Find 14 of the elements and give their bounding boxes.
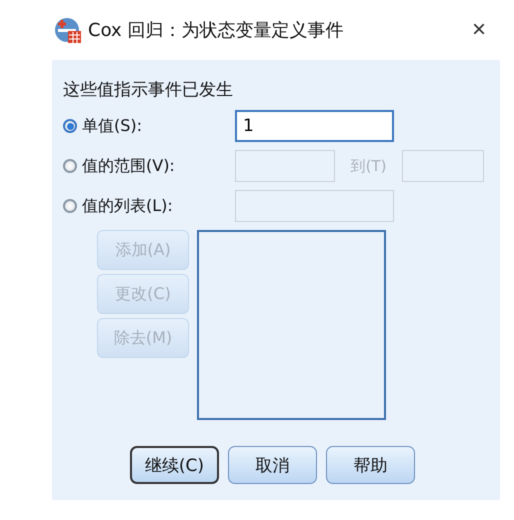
dialog-button[interactable]: 帮助 xyxy=(326,446,415,484)
section-heading: 这些值指示事件已发生 xyxy=(63,79,234,102)
dialog-button[interactable]: 取消 xyxy=(228,446,317,484)
option-label: 单值(S): xyxy=(82,116,144,136)
value-list[interactable] xyxy=(197,230,386,420)
option-label: 值的范围(V): xyxy=(82,156,176,176)
dialog-button[interactable]: 继续(C) xyxy=(130,446,219,484)
close-button[interactable]: × xyxy=(468,16,490,44)
field-label: 到(T) xyxy=(350,156,388,176)
window-title: Cox 回归：为状态变量定义事件 xyxy=(88,19,344,42)
app-icon xyxy=(54,16,82,44)
input-field[interactable]: 1 xyxy=(235,110,394,142)
option-label: 值的列表(L): xyxy=(82,196,174,216)
radio-button[interactable] xyxy=(63,119,77,133)
